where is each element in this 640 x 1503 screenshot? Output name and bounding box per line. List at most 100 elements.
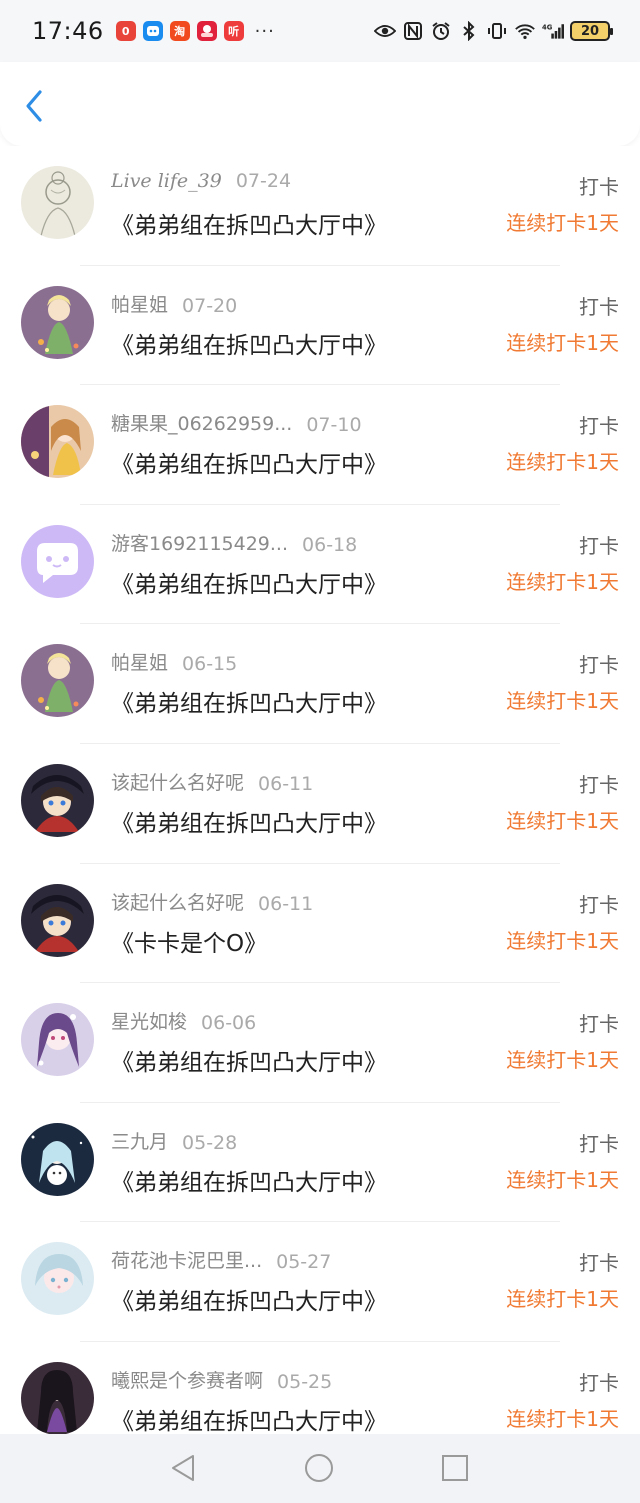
record-row[interactable]: 星光如梭 06-06 《弟弟组在拆凹凸大厅中》 打卡 连续打卡1天 [0,983,640,1103]
checkin-tag: 打卡 [579,772,619,797]
circle-home-icon [305,1454,333,1482]
system-nav-bar [0,1434,640,1503]
checkin-date: 05-25 [277,1370,333,1393]
work-title[interactable]: 《弟弟组在拆凹凸大厅中》 [111,1282,387,1316]
checkin-tag: 打卡 [579,1370,619,1395]
user-avatar[interactable] [21,166,94,239]
meta-line: 曦熙是个参赛者啊 05-25 [111,1366,332,1393]
notification-icons: 0 淘 听 ··· [115,20,275,42]
record-row[interactable]: 荷花池卡泥巴里... 05-27 《弟弟组在拆凹凸大厅中》 打卡 连续打卡1天 [0,1222,640,1342]
work-title[interactable]: 《弟弟组在拆凹凸大厅中》 [111,684,387,718]
record-row[interactable]: Live life_39 07-24 《弟弟组在拆凹凸大厅中》 打卡 连续打卡1天 [0,146,640,266]
user-avatar[interactable] [21,763,94,837]
battery-indicator: 20 [570,21,613,41]
streak-label: 连续打卡1天 [506,1287,619,1312]
work-title[interactable]: 《卡卡是个O》 [111,924,267,958]
user-avatar[interactable] [21,1003,94,1077]
eye-icon [374,20,396,42]
checkin-date: 05-28 [182,1131,238,1154]
user-avatar[interactable] [21,1361,94,1434]
user-avatar[interactable] [21,883,94,957]
user-name[interactable]: 该起什么名好呢 [111,768,244,795]
app-crowd-icon [196,21,217,41]
checkin-date: 06-18 [302,533,358,556]
user-name[interactable]: 该起什么名好呢 [111,888,244,915]
user-avatar[interactable] [21,1122,94,1196]
meta-line: 该起什么名好呢 06-11 [111,768,313,795]
checkin-date: 06-06 [201,1012,257,1035]
checkin-date: 07-24 [235,170,292,192]
svg-text:4G: 4G [542,23,553,31]
work-title[interactable]: 《弟弟组在拆凹凸大厅中》 [111,804,387,838]
status-bar: 17:46 0 淘 听 ··· 4G 20 [0,0,640,62]
streak-label: 连续打卡1天 [506,1167,619,1192]
taobao-icon: 淘 [169,21,190,41]
user-name[interactable]: 星光如梭 [111,1007,187,1034]
record-row[interactable]: 曦熙是个参赛者啊 05-25 《弟弟组在拆凹凸大厅中》 打卡 连续打卡1天 [0,1342,640,1434]
checkin-tag: 打卡 [579,1131,619,1156]
signal-icon: 4G [542,20,564,42]
user-avatar[interactable] [21,524,94,598]
meta-line: 帕星姐 06-15 [111,648,237,675]
nfc-icon [402,20,424,42]
user-avatar[interactable] [21,644,94,718]
streak-label: 连续打卡1天 [506,928,619,953]
nav-recents-button[interactable] [439,1452,471,1484]
record-row[interactable]: 帕星姐 06-15 《弟弟组在拆凹凸大厅中》 打卡 连续打卡1天 [0,624,640,744]
streak-label: 连续打卡1天 [506,1048,619,1073]
checkin-tag: 打卡 [579,294,619,319]
checkin-tag: 打卡 [579,653,619,678]
work-title[interactable]: 《弟弟组在拆凹凸大厅中》 [111,1043,387,1077]
meta-line: 该起什么名好呢 06-11 [111,888,313,915]
record-row[interactable]: 该起什么名好呢 06-11 《卡卡是个O》 打卡 连续打卡1天 [0,864,640,984]
streak-label: 连续打卡1天 [506,450,619,475]
vibrate-icon [486,20,508,42]
streak-label: 连续打卡1天 [506,569,619,594]
user-name[interactable]: 帕星姐 [111,290,168,317]
work-title[interactable]: 《弟弟组在拆凹凸大厅中》 [111,1163,387,1197]
record-row[interactable]: 帕星姐 07-20 《弟弟组在拆凹凸大厅中》 打卡 连续打卡1天 [0,266,640,386]
streak-label: 连续打卡1天 [506,330,619,355]
work-title[interactable]: 《弟弟组在拆凹凸大厅中》 [111,565,387,599]
status-time: 17:46 [32,17,104,45]
record-row[interactable]: 该起什么名好呢 06-11 《弟弟组在拆凹凸大厅中》 打卡 连续打卡1天 [0,744,640,864]
user-name[interactable]: 曦熙是个参赛者啊 [111,1366,263,1393]
checkin-date: 07-20 [182,294,238,317]
user-avatar[interactable] [21,285,94,359]
square-recents-icon [442,1455,468,1481]
user-avatar[interactable] [21,1242,94,1316]
user-name[interactable]: 游客1692115429... [111,529,288,556]
user-name[interactable]: 荷花池卡泥巴里... [111,1246,262,1273]
streak-label: 连续打卡1天 [506,211,619,235]
wifi-icon [514,20,536,42]
record-row[interactable]: 三九月 05-28 《弟弟组在拆凹凸大厅中》 打卡 连续打卡1天 [0,1103,640,1223]
meta-line: Live life_39 07-24 [111,170,291,192]
checkin-date: 07-10 [306,414,362,437]
user-name[interactable]: Live life_39 [111,170,222,192]
back-button[interactable] [20,88,50,124]
listen-icon: 听 [223,21,244,41]
app-blue-icon [142,21,163,41]
work-title[interactable]: 《弟弟组在拆凹凸大厅中》 [111,1402,387,1434]
work-title[interactable]: 《弟弟组在拆凹凸大厅中》 [111,206,387,240]
nav-back-button[interactable] [167,1452,199,1484]
more-notifications: ··· [254,20,275,42]
work-title[interactable]: 《弟弟组在拆凹凸大厅中》 [111,445,387,479]
checkin-date: 05-27 [276,1251,332,1274]
nav-home-button[interactable] [303,1452,335,1484]
user-avatar[interactable] [21,405,94,479]
chevron-left-icon [26,90,42,122]
streak-label: 连续打卡1天 [506,808,619,833]
checkin-tag: 打卡 [579,414,619,439]
user-name[interactable]: 糖果果_06262959... [111,409,292,436]
user-name[interactable]: 帕星姐 [111,648,168,675]
record-row[interactable]: 游客1692115429... 06-18 《弟弟组在拆凹凸大厅中》 打卡 连续打… [0,505,640,625]
work-title[interactable]: 《弟弟组在拆凹凸大厅中》 [111,326,387,360]
meta-line: 三九月 05-28 [111,1127,237,1154]
streak-label: 连续打卡1天 [506,1406,619,1431]
record-row[interactable]: 糖果果_06262959... 07-10 《弟弟组在拆凹凸大厅中》 打卡 连续打… [0,385,640,505]
app-red-icon: 0 [115,21,136,41]
bluetooth-icon [458,20,480,42]
user-name[interactable]: 三九月 [111,1127,168,1154]
checkin-tag: 打卡 [579,892,619,917]
